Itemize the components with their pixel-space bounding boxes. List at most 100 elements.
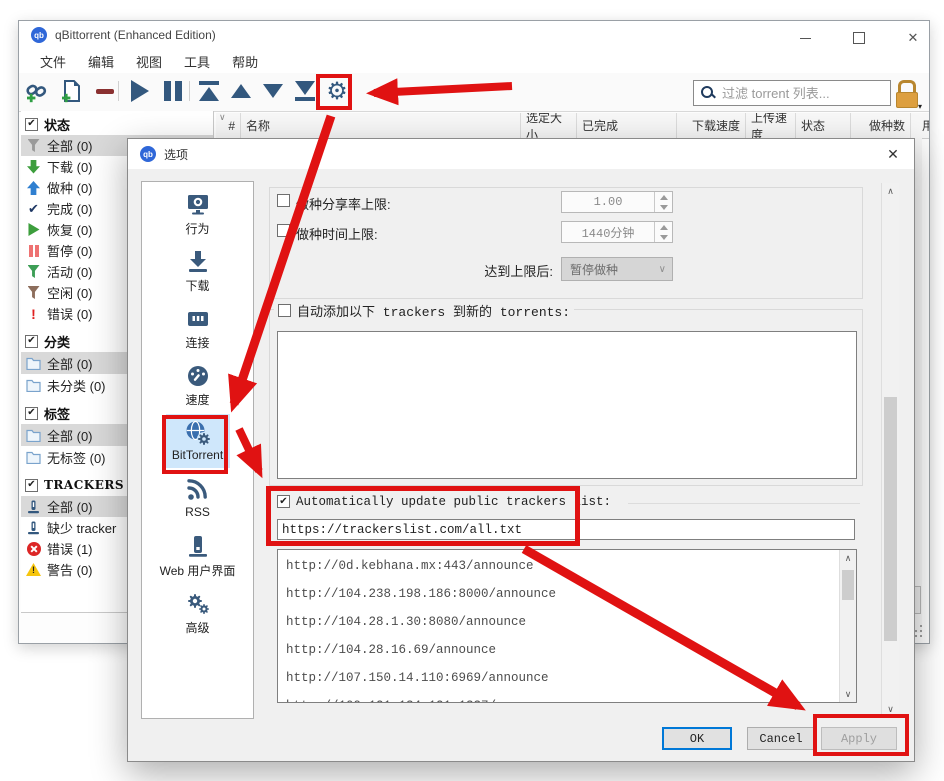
menubar: 文件 编辑 视图 工具 帮助 [19,49,929,73]
nav-downloads[interactable]: 下载 [142,242,253,299]
col-number[interactable]: # [216,113,241,138]
lock-button[interactable]: ▾ [895,80,919,108]
funnel-icon [26,285,41,300]
torrent-table-header: ∨ # 名称 选定大小 已完成 下载速度 上传速度 状态 做种数 用户 [216,113,929,139]
delete-button[interactable] [93,79,117,103]
folder-icon [26,356,41,371]
nav-behavior[interactable]: 行为 [142,185,253,242]
pause-button[interactable] [161,79,185,103]
nav-speed[interactable]: 速度 [142,356,253,413]
qbittorrent-logo-icon: qb [31,27,47,43]
resume-button[interactable] [127,79,151,103]
nav-connection[interactable]: 连接 [142,299,253,356]
col-seeds[interactable]: 做种数 [851,113,911,138]
delete-icon [96,89,114,94]
tracker-url-row: http://104.28.16.69/announce [278,636,856,664]
col-size[interactable]: 选定大小 [521,113,577,138]
col-user[interactable]: 用户 [911,113,929,138]
downloads-icon [185,246,211,277]
spin-up-icon[interactable] [655,192,672,202]
bittorrent-icon [184,417,212,448]
webui-icon [185,531,211,562]
torrent-filter-search [693,80,891,106]
col-done[interactable]: 已完成 [577,113,677,138]
move-top-icon [199,81,219,85]
col-name[interactable]: 名称 [241,113,521,138]
qbittorrent-logo-icon: qb [140,146,156,162]
dialog-close-button[interactable]: ✕ [880,143,906,165]
menu-file[interactable]: 文件 [29,50,77,73]
tracker-icon [26,520,41,535]
share-ratio-label: 做种分享率上限: [296,194,391,213]
auto-add-trackers-label: 自动添加以下 trackers 到新的 torrents: [297,301,570,320]
close-icon: ✕ [908,30,919,46]
auto-add-trackers-checkbox[interactable] [278,304,291,317]
spin-down-icon[interactable] [655,232,672,242]
ok-button[interactable]: OK [662,727,732,750]
status-section-header[interactable]: ✔ 状态 [21,113,213,135]
lock-dropdown-icon: ▾ [918,102,922,111]
menu-help[interactable]: 帮助 [221,50,269,73]
trackers-checkbox[interactable]: ✔ [25,479,38,492]
options-button[interactable]: ⚙ [325,79,349,103]
error-circle-icon [26,541,41,556]
spin-down-icon[interactable] [655,202,672,212]
add-link-icon [25,79,49,103]
scroll-down-icon[interactable]: ∨ [840,686,856,702]
tracker-icon [26,499,41,514]
seed-time-checkbox[interactable] [277,224,290,237]
category-checkbox[interactable]: ✔ [25,335,38,348]
minimize-button[interactable] [789,26,821,50]
dialog-title: 选项 [164,146,188,163]
scrollbar-thumb[interactable] [842,570,854,600]
maximize-button[interactable] [843,26,875,50]
scroll-up-icon[interactable]: ∧ [840,550,856,566]
move-bottom-button[interactable] [293,79,317,103]
tracker-list-scrollbar[interactable]: ∧ ∨ [839,550,856,702]
behavior-icon [185,189,211,220]
auto-update-trackers-checkbox[interactable]: ✔ [277,495,290,508]
nav-webui[interactable]: Web 用户界面 [142,527,253,584]
menu-tools[interactable]: 工具 [173,50,221,73]
search-icon [700,85,716,101]
col-dlspeed[interactable]: 下载速度 [677,113,746,138]
public-trackers-list[interactable]: http://0d.kebhana.mx:443/announce http:/… [277,549,857,703]
tracker-list-url-input[interactable] [277,519,855,540]
add-torrent-file-button[interactable] [59,79,83,103]
share-ratio-checkbox[interactable] [277,194,290,207]
reached-limit-label: 达到上限后: [428,261,553,280]
status-checkbox[interactable]: ✔ [25,118,38,131]
tracker-url-row: http://107.150.14.110:6969/announce [278,664,856,692]
seed-time-label: 做种时间上限: [296,224,378,243]
apply-button[interactable]: Apply [821,727,897,750]
scrollbar-thumb[interactable] [884,397,897,641]
scroll-up-icon[interactable]: ∧ [882,183,899,199]
add-torrent-link-button[interactable] [25,79,49,103]
move-up-button[interactable] [229,79,253,103]
menu-view[interactable]: 视图 [125,50,173,73]
nav-advanced[interactable]: 高级 [142,584,253,641]
tag-checkbox[interactable]: ✔ [25,407,38,420]
menu-edit[interactable]: 编辑 [77,50,125,73]
maximize-icon [853,32,865,44]
reached-limit-dropdown[interactable]: 暂停做种 ∨ [561,257,673,281]
nav-rss[interactable]: RSS [142,470,253,527]
close-button[interactable]: ✕ [897,26,929,50]
col-upspeed[interactable]: 上传速度 [746,113,796,138]
gear-icon: ⚙ [326,79,348,103]
nav-bittorrent[interactable]: BitTorrent [142,413,253,470]
search-input[interactable] [720,85,890,102]
seed-time-spinbox[interactable]: 1440分钟 [561,221,673,243]
options-page-scrollbar[interactable]: ∧ ∨ [881,183,899,717]
scroll-down-icon[interactable]: ∨ [882,701,899,717]
share-ratio-spinbox[interactable]: 1.00 [561,191,673,213]
move-down-button[interactable] [261,79,285,103]
group-line [628,503,860,504]
move-top-button[interactable] [197,79,221,103]
pause-icon [164,81,171,101]
cancel-button[interactable]: Cancel [747,727,815,750]
additional-trackers-textarea[interactable] [277,331,857,479]
col-status[interactable]: 状态 [796,113,851,138]
close-icon: ✕ [887,146,899,163]
spin-up-icon[interactable] [655,222,672,232]
